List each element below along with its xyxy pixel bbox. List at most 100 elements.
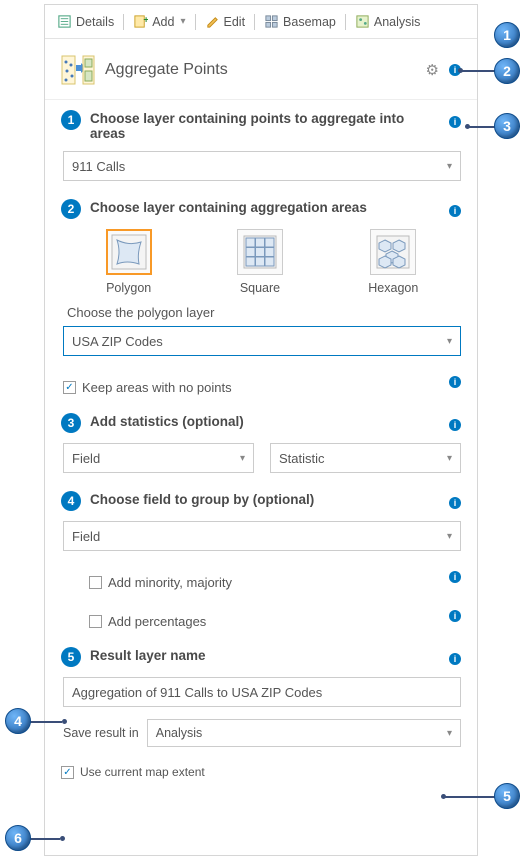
save-result-label: Save result in <box>63 726 139 740</box>
shape-square-label: Square <box>240 281 280 295</box>
hexagon-icon <box>370 229 416 275</box>
stats-statistic-value: Statistic <box>279 451 325 466</box>
step-number: 4 <box>61 491 81 511</box>
info-icon[interactable]: i <box>449 376 461 388</box>
step-1: 1 Choose layer containing points to aggr… <box>61 110 461 181</box>
polygon-layer-value: USA ZIP Codes <box>72 334 163 349</box>
analysis-panel: Details + Add ▾ Edit Basemap <box>44 4 478 856</box>
chevron-down-icon: ▾ <box>447 336 452 347</box>
polygon-layer-label: Choose the polygon layer <box>67 305 461 320</box>
toolbar-separator <box>123 14 124 30</box>
gear-icon[interactable]: ⚙ <box>426 61 439 79</box>
use-current-extent-checkbox[interactable] <box>61 766 74 779</box>
shape-selector: Polygon <box>63 229 461 295</box>
toolbar-separator <box>195 14 196 30</box>
percentages-checkbox[interactable] <box>89 615 102 628</box>
info-icon[interactable]: i <box>449 497 461 509</box>
basemap-button[interactable]: Basemap <box>258 11 342 32</box>
callout-lead <box>468 126 496 128</box>
info-icon[interactable]: i <box>449 419 461 431</box>
polygon-layer-dropdown[interactable]: USA ZIP Codes ▾ <box>63 326 461 356</box>
basemap-icon <box>264 14 279 29</box>
callout-dot <box>62 719 67 724</box>
callout-lead <box>461 70 496 72</box>
callout-lead <box>30 838 60 840</box>
step-number: 3 <box>61 413 81 433</box>
point-layer-dropdown[interactable]: 911 Calls ▾ <box>63 151 461 181</box>
callout-dot <box>441 794 446 799</box>
edit-button[interactable]: Edit <box>199 11 252 32</box>
callout-6: 6 <box>5 825 31 851</box>
stats-field-dropdown[interactable]: Field ▾ <box>63 443 254 473</box>
basemap-label: Basemap <box>283 15 336 29</box>
shape-hexagon[interactable]: Hexagon <box>368 229 418 295</box>
chevron-down-icon: ▾ <box>240 453 245 464</box>
details-button[interactable]: Details <box>51 11 120 32</box>
callout-dot <box>465 124 470 129</box>
info-icon[interactable]: i <box>449 571 461 583</box>
keep-areas-checkbox[interactable] <box>63 381 76 394</box>
minority-majority-label: Add minority, majority <box>108 575 232 590</box>
step-1-title: Choose layer containing points to aggreg… <box>90 110 440 141</box>
group-field-dropdown[interactable]: Field ▾ <box>63 521 461 551</box>
chevron-down-icon: ▾ <box>447 453 452 464</box>
shape-hexagon-label: Hexagon <box>368 281 418 295</box>
step-5: 5 Result layer name i Save result in Ana… <box>61 647 461 747</box>
keep-areas-label: Keep areas with no points <box>82 380 232 395</box>
add-label: Add <box>152 15 174 29</box>
save-result-dropdown[interactable]: Analysis ▾ <box>147 719 461 747</box>
tool-header: Aggregate Points ⚙ i <box>45 39 477 100</box>
shape-square[interactable]: Square <box>237 229 283 295</box>
percentages-label: Add percentages <box>108 614 206 629</box>
details-label: Details <box>76 15 114 29</box>
polygon-icon <box>106 229 152 275</box>
minority-majority-checkbox[interactable] <box>89 576 102 589</box>
details-icon <box>57 14 72 29</box>
edit-label: Edit <box>224 15 246 29</box>
square-icon <box>237 229 283 275</box>
use-current-extent-label: Use current map extent <box>80 765 205 779</box>
step-number: 5 <box>61 647 81 667</box>
step-number: 1 <box>61 110 81 130</box>
shape-polygon[interactable]: Polygon <box>106 229 152 295</box>
chevron-down-icon: ▾ <box>180 16 185 27</box>
chevron-down-icon: ▾ <box>447 728 452 739</box>
toolbar-separator <box>345 14 346 30</box>
svg-text:+: + <box>144 14 149 24</box>
callout-2: 2 <box>494 58 520 84</box>
callout-dot <box>60 836 65 841</box>
map-toolbar: Details + Add ▾ Edit Basemap <box>45 5 477 39</box>
step-3: 3 Add statistics (optional) i Field ▾ St… <box>61 413 461 473</box>
tool-title: Aggregate Points <box>105 61 416 79</box>
callout-1: 1 <box>494 22 520 48</box>
group-field-value: Field <box>72 529 100 544</box>
toolbar-separator <box>254 14 255 30</box>
info-icon[interactable]: i <box>449 205 461 217</box>
callout-3: 3 <box>494 113 520 139</box>
add-button[interactable]: + Add ▾ <box>127 11 191 32</box>
info-icon[interactable]: i <box>449 116 461 128</box>
tool-body: 1 Choose layer containing points to aggr… <box>45 100 477 855</box>
callout-5: 5 <box>494 783 520 809</box>
analysis-button[interactable]: Analysis <box>349 11 427 32</box>
stats-statistic-dropdown[interactable]: Statistic ▾ <box>270 443 461 473</box>
add-icon: + <box>133 14 148 29</box>
shape-polygon-label: Polygon <box>106 281 151 295</box>
step-4: 4 Choose field to group by (optional) i … <box>61 491 461 629</box>
step-3-title: Add statistics (optional) <box>90 413 440 429</box>
chevron-down-icon: ▾ <box>447 531 452 542</box>
step-2-title: Choose layer containing aggregation area… <box>90 199 440 215</box>
analysis-icon <box>355 14 370 29</box>
callout-lead <box>444 796 496 798</box>
step-2: 2 Choose layer containing aggregation ar… <box>61 199 461 395</box>
result-layer-name-input[interactable] <box>63 677 461 707</box>
point-layer-value: 911 Calls <box>72 159 125 174</box>
info-icon[interactable]: i <box>449 653 461 665</box>
step-number: 2 <box>61 199 81 219</box>
stats-field-value: Field <box>72 451 100 466</box>
chevron-down-icon: ▾ <box>447 161 452 172</box>
save-result-value: Analysis <box>156 726 203 740</box>
callout-lead <box>30 721 62 723</box>
callout-dot <box>458 68 463 73</box>
info-icon[interactable]: i <box>449 610 461 622</box>
